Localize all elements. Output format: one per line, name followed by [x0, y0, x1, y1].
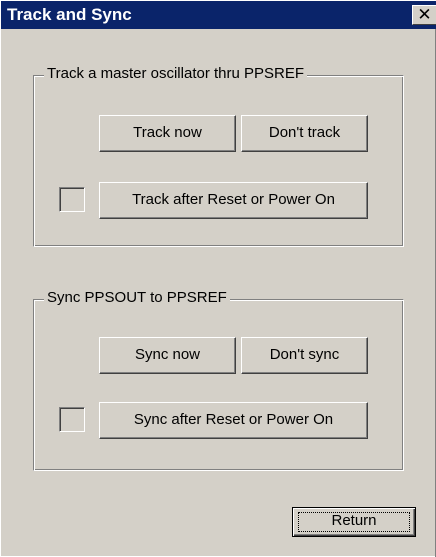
track-group-label: Track a master oscillator thru PPSREF	[44, 65, 308, 83]
sync-now-button[interactable]: Sync now	[99, 337, 236, 374]
close-button[interactable]: ✕	[412, 5, 436, 25]
close-icon: ✕	[417, 5, 432, 24]
track-and-sync-dialog: Track and Sync ✕ Track a master oscillat…	[0, 0, 436, 557]
sync-after-reset-button[interactable]: Sync after Reset or Power On	[99, 402, 368, 439]
window-title: Track and Sync	[7, 5, 132, 24]
dont-sync-button[interactable]: Don't sync	[241, 337, 368, 374]
return-button-label: Return	[331, 512, 377, 529]
return-button[interactable]: Return	[292, 507, 416, 537]
track-groupbox	[33, 75, 404, 247]
sync-groupbox	[33, 299, 404, 471]
title-bar[interactable]: Track and Sync ✕	[1, 1, 436, 29]
dont-track-button[interactable]: Don't track	[241, 115, 368, 152]
sync-after-reset-checkbox[interactable]	[59, 407, 85, 432]
sync-group-label: Sync PPSOUT to PPSREF	[44, 289, 230, 307]
track-after-reset-checkbox[interactable]	[59, 187, 85, 212]
track-after-reset-button[interactable]: Track after Reset or Power On	[99, 182, 368, 219]
track-now-button[interactable]: Track now	[99, 115, 236, 152]
